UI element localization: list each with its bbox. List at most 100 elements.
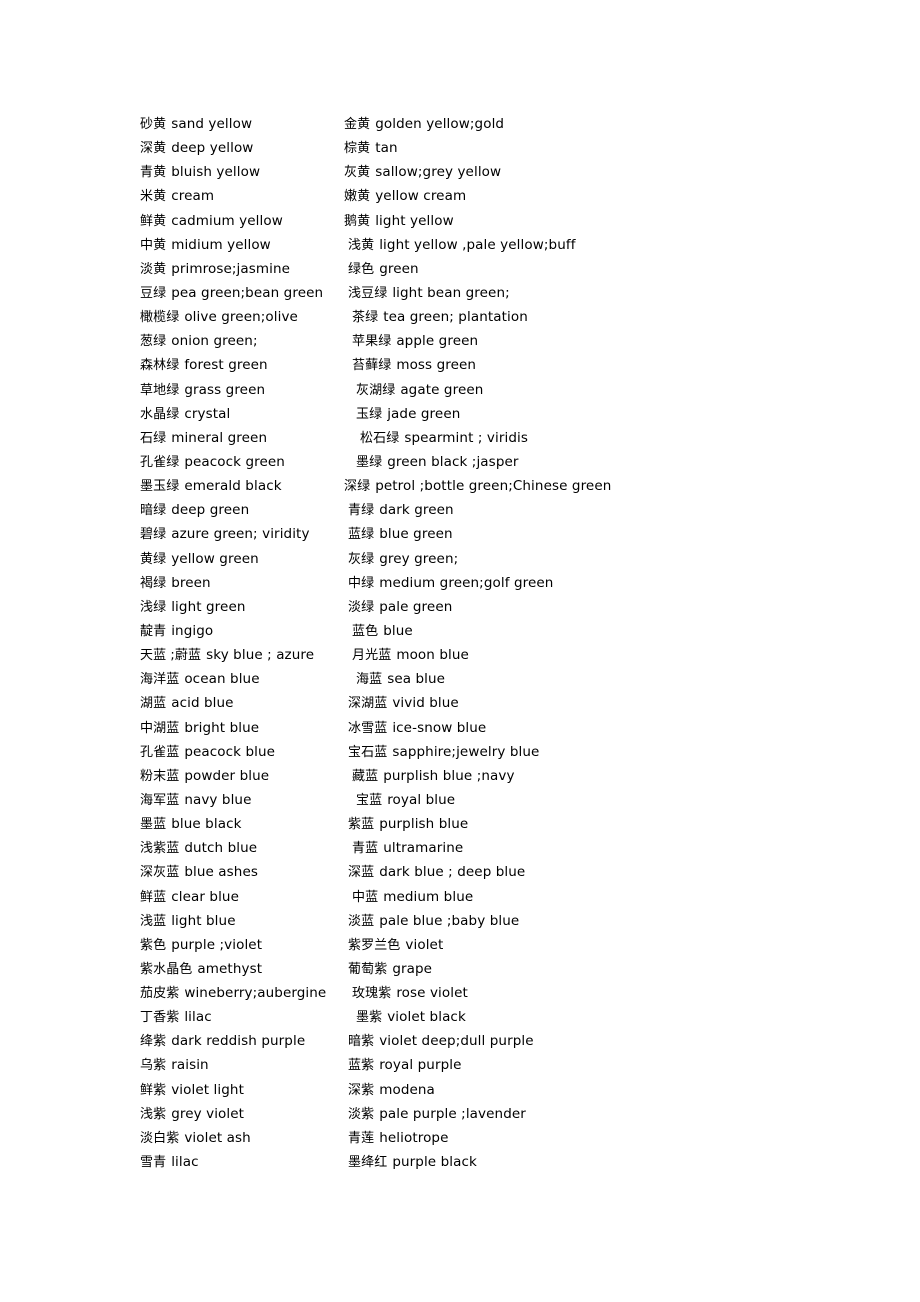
- glossary-entry-right: 青莲 heliotrope: [330, 1126, 780, 1151]
- glossary-entry-right: 玫瑰紫 rose violet: [330, 981, 780, 1006]
- glossary-entry-right: 葡萄紫 grape: [330, 957, 780, 982]
- color-name-english: sea blue: [387, 671, 446, 688]
- color-name-chinese: 湖蓝: [140, 696, 167, 712]
- glossary-entry-left: 乌紫 raisin: [0, 1053, 330, 1078]
- glossary-entry-left: 鲜紫 violet light: [0, 1078, 330, 1103]
- glossary-entry-right: 嫩黄 yellow cream: [330, 184, 780, 209]
- glossary-entry-right: 灰湖绿 agate green: [330, 378, 780, 403]
- color-name-english: acid blue: [171, 695, 234, 712]
- color-name-chinese: 粉末蓝: [140, 768, 180, 784]
- color-name-english: dutch blue: [184, 840, 258, 857]
- color-name-chinese: 豆绿: [140, 285, 167, 301]
- glossary-entry-left: 孔雀绿 peacock green: [0, 450, 330, 475]
- color-name-chinese: 暗绿: [140, 503, 167, 519]
- glossary-entry-right: 紫罗兰色 violet: [330, 933, 780, 958]
- glossary-row: 丁香紫 lilac 墨紫 violet black: [0, 1005, 920, 1029]
- color-name-english: cream: [171, 188, 215, 205]
- glossary-row: 黄绿 yellow green 灰绿 grey green;: [0, 547, 920, 571]
- color-name-english: ingigo: [171, 622, 214, 639]
- color-name-english: olive green;olive: [184, 309, 298, 326]
- glossary-entry-right: 深紫 modena: [330, 1078, 780, 1103]
- glossary-row: 乌紫 raisin 蓝紫 royal purple: [0, 1053, 920, 1077]
- glossary-entry-right: 蓝紫 royal purple: [330, 1053, 780, 1078]
- color-name-chinese: 绿色: [348, 261, 375, 277]
- color-name-chinese: 青黄: [140, 165, 167, 181]
- glossary-entry-right: 蓝绿 blue green: [330, 522, 780, 547]
- glossary-entry-left: 孔雀蓝 peacock blue: [0, 740, 330, 765]
- glossary-entry-left: 森林绿 forest green: [0, 353, 330, 378]
- glossary-row: 碧绿 azure green; viridity 蓝绿 blue green: [0, 522, 920, 546]
- glossary-entry-right: 灰黄 sallow;grey yellow: [330, 160, 780, 185]
- color-name-english: light green: [171, 598, 246, 615]
- color-name-chinese: 青绿: [348, 503, 375, 519]
- glossary-row: 淡黄 primrose;jasmine 绿色 green: [0, 257, 920, 281]
- color-name-english: yellow green: [171, 550, 259, 567]
- color-name-chinese: 砂黄: [140, 117, 167, 132]
- glossary-entry-right: 中蓝 medium blue: [330, 885, 780, 910]
- glossary-entry-left: 碧绿 azure green; viridity: [0, 522, 330, 547]
- color-name-chinese: 天蓝 ;蔚蓝: [140, 648, 202, 664]
- color-name-chinese: 苔藓绿: [352, 358, 392, 374]
- color-name-english: blue green: [379, 526, 453, 543]
- color-name-english: grey violet: [171, 1105, 245, 1122]
- glossary-entry-left: 丁香紫 lilac: [0, 1005, 330, 1030]
- color-name-chinese: 鲜黄: [140, 213, 167, 229]
- color-name-chinese: 蓝色: [352, 623, 379, 639]
- color-name-chinese: 靛青: [140, 623, 167, 639]
- glossary-entry-left: 天蓝 ;蔚蓝 sky blue ; azure: [0, 643, 330, 668]
- color-name-chinese: 浅黄: [348, 237, 375, 253]
- color-name-chinese: 褐绿: [140, 575, 167, 591]
- glossary-row: 粉末蓝 powder blue 藏蓝 purplish blue ;navy: [0, 764, 920, 788]
- color-name-chinese: 墨绛红: [348, 1155, 388, 1171]
- color-name-chinese: 深灰蓝: [140, 865, 180, 881]
- glossary-row: 孔雀蓝 peacock blue 宝石蓝 sapphire;jewelry blue: [0, 740, 920, 764]
- color-name-chinese: 鹅黄: [344, 213, 371, 229]
- glossary-row: 豆绿 pea green;bean green 浅豆绿 light bean gree…: [0, 281, 920, 305]
- color-name-chinese: 墨蓝: [140, 817, 167, 833]
- color-name-english: powder blue: [184, 767, 270, 784]
- glossary-entry-right: 月光蓝 moon blue: [330, 643, 780, 668]
- glossary-row: 雪青 lilac 墨绛红 purple black: [0, 1150, 920, 1174]
- color-name-english: green: [379, 260, 419, 277]
- color-name-english: heliotrope: [379, 1129, 449, 1146]
- glossary-row: 海军蓝 navy blue 宝蓝 royal blue: [0, 788, 920, 812]
- color-name-english: midium yellow: [171, 236, 271, 253]
- color-name-english: breen: [171, 574, 211, 591]
- color-name-english: light yellow: [375, 212, 454, 229]
- color-name-english: grape: [392, 960, 433, 977]
- glossary-row: 浅紫蓝 dutch blue 青蓝 ultramarine: [0, 836, 920, 860]
- glossary-entry-right: 松石绿 spearmint ; viridis: [330, 426, 780, 451]
- color-name-english: azure green; viridity: [171, 526, 310, 543]
- color-name-english: ultramarine: [383, 840, 464, 857]
- glossary-entry-left: 海洋蓝 ocean blue: [0, 667, 330, 692]
- color-name-english: purple black: [392, 1154, 477, 1171]
- color-name-english: purplish blue: [379, 816, 469, 833]
- color-name-chinese: 孔雀蓝: [140, 744, 180, 760]
- glossary-row: 浅绿 light green 淡绿 pale green: [0, 595, 920, 619]
- color-name-english: purplish blue ;navy: [383, 767, 515, 784]
- color-name-chinese: 紫色: [140, 937, 167, 953]
- glossary-entry-right: 茶绿 tea green; plantation: [330, 305, 780, 330]
- glossary-entry-right: 墨绿 green black ;jasper: [330, 450, 780, 475]
- color-name-chinese: 宝石蓝: [348, 744, 388, 760]
- color-name-chinese: 绛紫: [140, 1034, 167, 1050]
- color-name-chinese: 紫蓝: [348, 817, 375, 833]
- glossary-entry-left: 浅绿 light green: [0, 595, 330, 620]
- glossary-row: 湖蓝 acid blue 深湖蓝 vivid blue: [0, 691, 920, 715]
- glossary-entry-left: 橄榄绿 olive green;olive: [0, 305, 330, 330]
- color-name-english: jade green: [387, 405, 461, 422]
- glossary-entry-right: 金黄 golden yellow;gold: [330, 112, 780, 137]
- glossary-row: 森林绿 forest green 苔藓绿 moss green: [0, 353, 920, 377]
- color-name-english: navy blue: [184, 791, 252, 808]
- color-name-chinese: 淡黄: [140, 261, 167, 277]
- glossary-row: 墨玉绿 emerald black 深绿 petrol ;bottle green;C…: [0, 474, 920, 498]
- color-name-english: grey green;: [379, 550, 459, 567]
- color-name-english: pea green;bean green: [171, 284, 324, 301]
- color-glossary-table: 砂黄 sand yellow 金黄 golden yellow;gold 深黄 deep …: [0, 112, 920, 1174]
- color-name-english: royal blue: [387, 791, 456, 808]
- glossary-entry-right: 苔藓绿 moss green: [330, 353, 780, 378]
- color-name-english: emerald black: [184, 478, 282, 495]
- glossary-entry-right: 淡紫 pale purple ;lavender: [330, 1102, 780, 1127]
- glossary-row: 中黄 midium yellow 浅黄 light yellow ,pale yell…: [0, 233, 920, 257]
- color-name-chinese: 淡白紫: [140, 1130, 180, 1146]
